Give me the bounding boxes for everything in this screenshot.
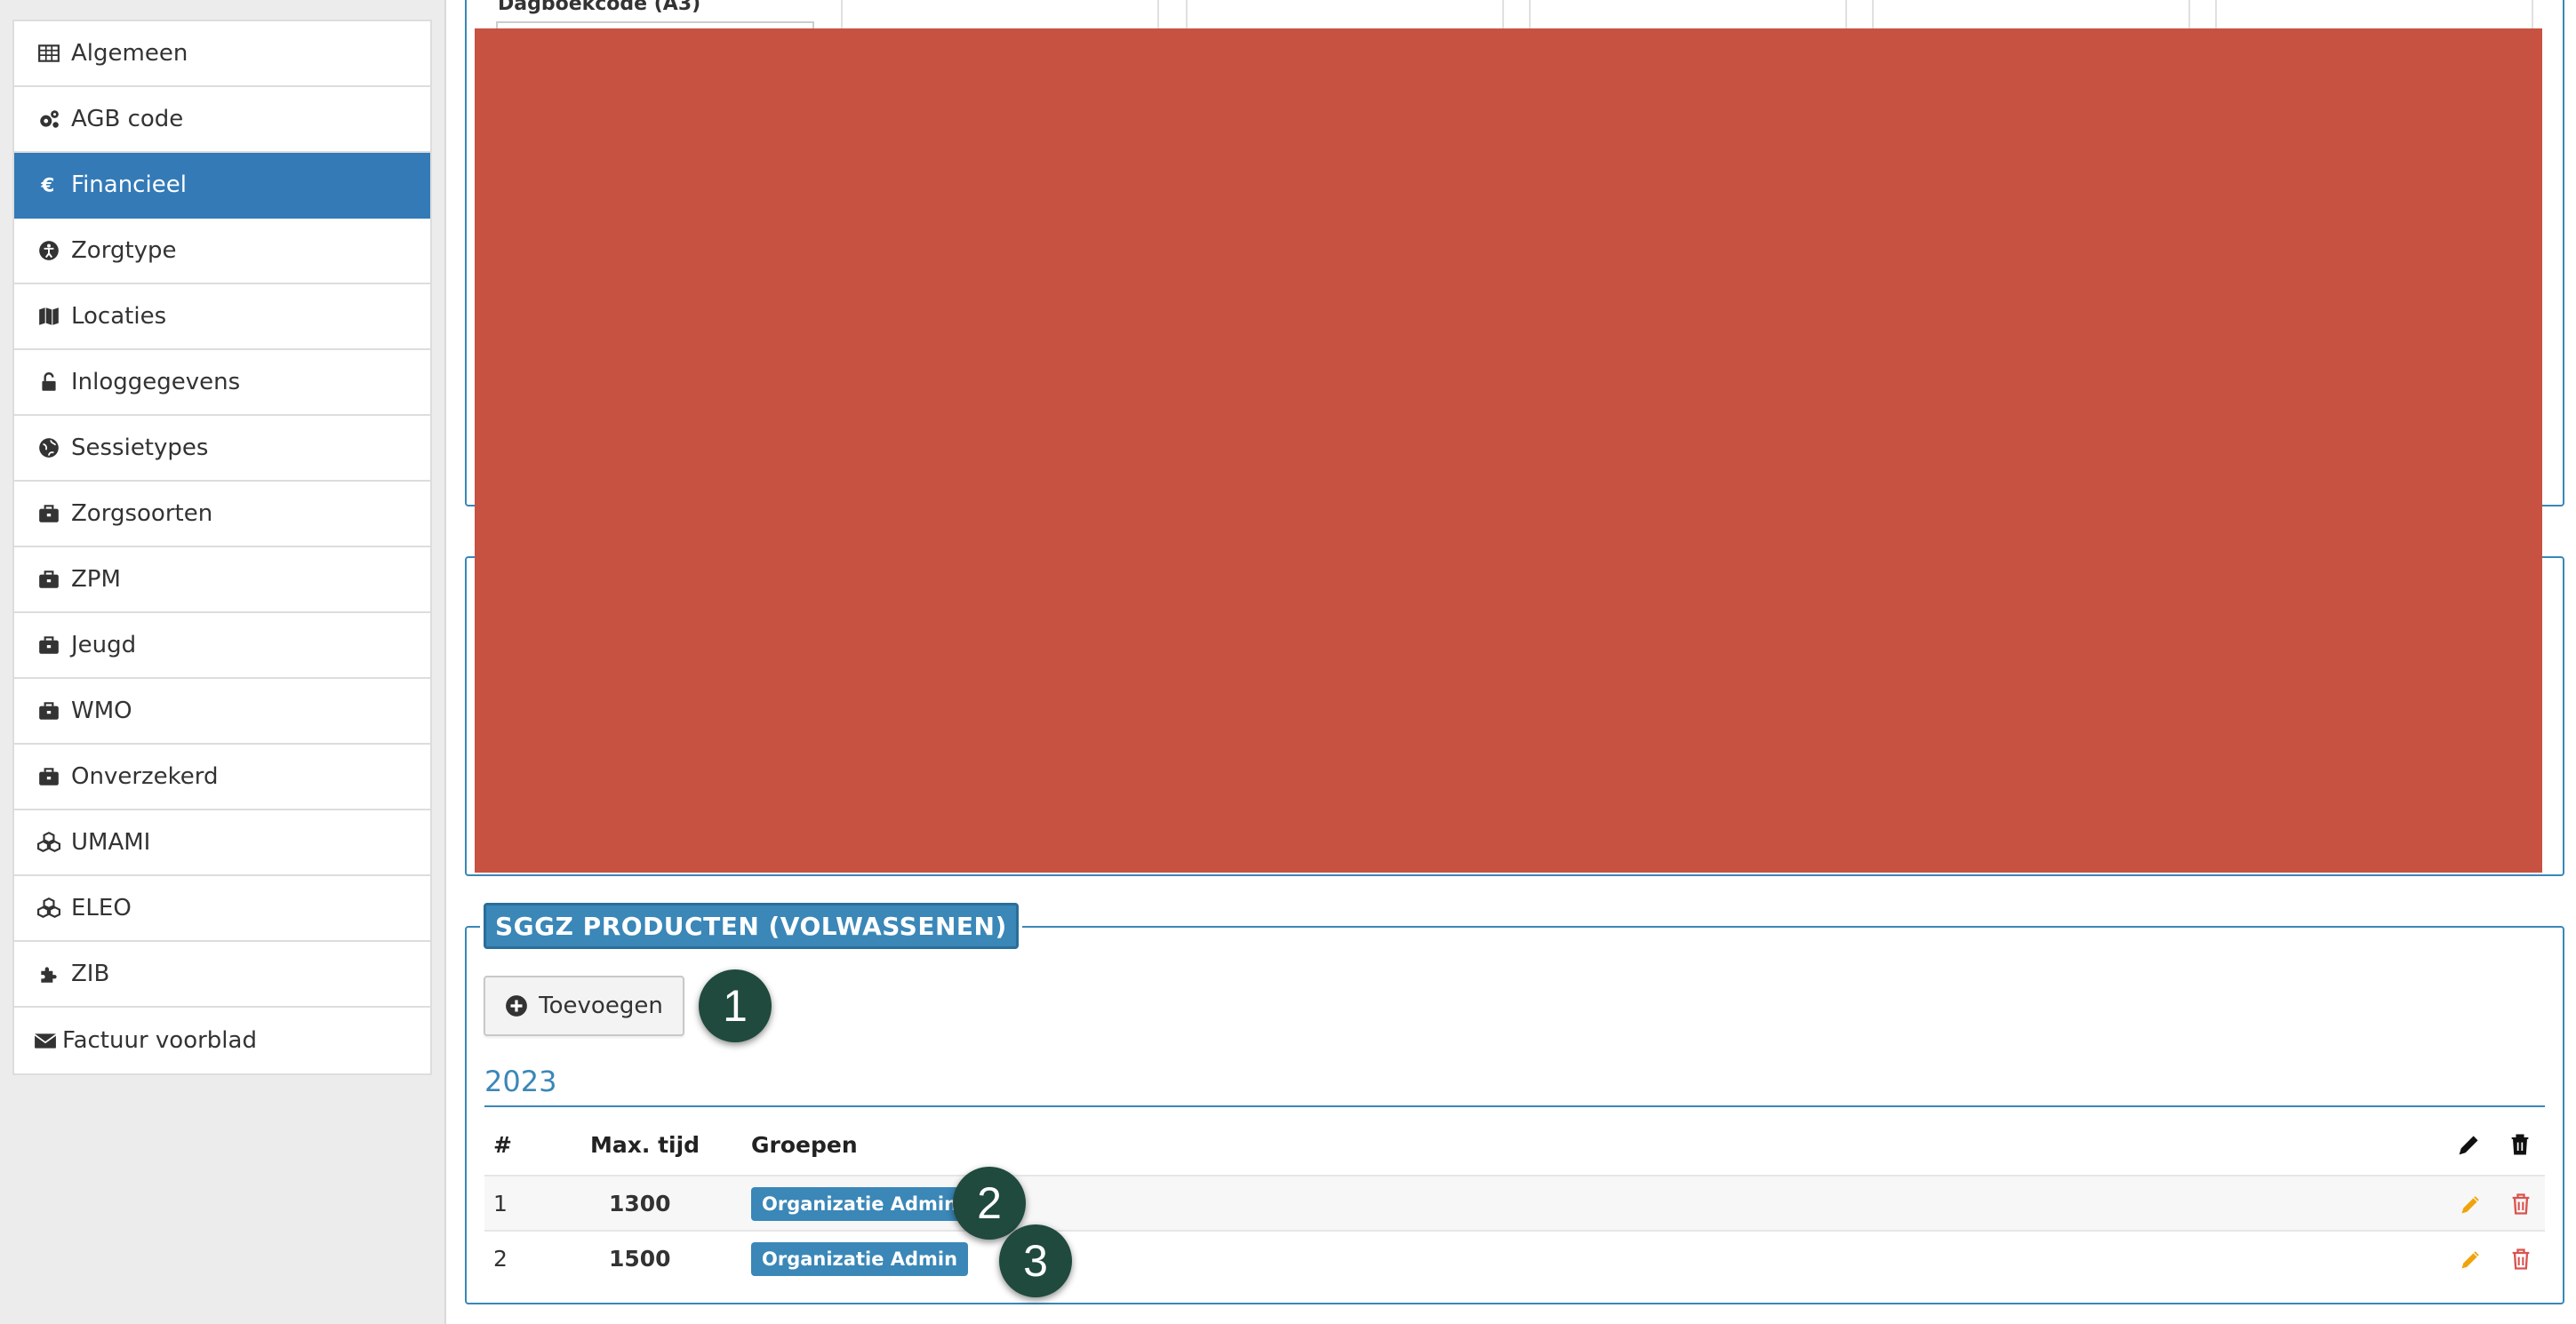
sidebar-item-factuur-voorblad[interactable]: Factuur voorblad bbox=[14, 1008, 430, 1073]
envelope-icon bbox=[32, 1027, 59, 1054]
table-column-divider bbox=[2188, 0, 2190, 30]
sidebar-item-label: ZPM bbox=[71, 566, 121, 593]
briefcase-icon bbox=[36, 632, 62, 658]
column-header-max-tijd: Max. tijd bbox=[590, 1132, 700, 1158]
table-column-divider bbox=[1845, 0, 1847, 30]
table-column-divider bbox=[1872, 0, 1874, 30]
sidebar-item-umami[interactable]: UMAMI bbox=[14, 810, 430, 876]
toevoegen-button[interactable]: Toevoegen bbox=[484, 976, 684, 1036]
sidebar-item-onverzekerd[interactable]: Onverzekerd bbox=[14, 745, 430, 810]
group-badge: Organizatie Admin bbox=[751, 1242, 969, 1276]
unlock-icon bbox=[36, 369, 62, 395]
sidebar-item-label: Sessietypes bbox=[71, 435, 209, 461]
sidebar-item-zorgsoorten[interactable]: Zorgsoorten bbox=[14, 482, 430, 547]
table-column-divider bbox=[2215, 0, 2217, 30]
table-column-divider bbox=[2532, 0, 2533, 30]
cubes-icon bbox=[36, 895, 62, 921]
accessibility-icon bbox=[36, 237, 62, 264]
column-header-groepen: Groepen bbox=[751, 1132, 858, 1158]
toevoegen-label: Toevoegen bbox=[539, 993, 663, 1019]
sidebar-item-algemeen[interactable]: Algemeen bbox=[14, 21, 430, 87]
row-max-tijd: 1500 bbox=[609, 1246, 671, 1272]
sidebar-item-zib[interactable]: ZIB bbox=[14, 942, 430, 1008]
sidebar-item-jeugd[interactable]: Jeugd bbox=[14, 613, 430, 679]
briefcase-icon bbox=[36, 500, 62, 527]
sidebar-item-label: UMAMI bbox=[71, 829, 151, 856]
sidebar-item-label: Algemeen bbox=[71, 40, 188, 67]
euro-icon: € bbox=[36, 171, 62, 198]
dagboekcode-label: Dagboekcode (A3) bbox=[498, 0, 701, 15]
annotation-marker-2: 2 bbox=[953, 1167, 1026, 1240]
sidebar-item-zpm[interactable]: ZPM bbox=[14, 547, 430, 613]
sidebar-item-wmo[interactable]: WMO bbox=[14, 679, 430, 745]
year-divider bbox=[484, 1105, 2545, 1107]
edit-icon[interactable] bbox=[2459, 1192, 2484, 1216]
table-column-divider bbox=[1186, 0, 1188, 30]
cogs-icon bbox=[36, 106, 62, 132]
sidebar-item-label: Financieel bbox=[71, 171, 187, 198]
sidebar-item-sessietypes[interactable]: Sessietypes bbox=[14, 416, 430, 482]
year-heading: 2023 bbox=[484, 1065, 557, 1098]
group-badge: Organizatie Admin bbox=[751, 1187, 969, 1221]
puzzle-icon bbox=[36, 961, 62, 987]
edit-header-icon bbox=[2457, 1132, 2482, 1157]
sidebar-item-label: Factuur voorblad bbox=[62, 1027, 257, 1054]
trash-header-icon bbox=[2508, 1132, 2532, 1157]
sidebar-item-label: WMO bbox=[71, 698, 132, 724]
annotation-marker-1: 1 bbox=[699, 969, 772, 1042]
delete-icon[interactable] bbox=[2508, 1192, 2533, 1216]
briefcase-icon bbox=[36, 698, 62, 724]
briefcase-icon bbox=[36, 763, 62, 790]
sggz-producten-legend: SGGZ PRODUCTEN (VOLWASSENEN) bbox=[484, 903, 1019, 949]
redacted-region bbox=[475, 28, 2542, 873]
sidebar-item-inloggegevens[interactable]: Inloggegevens bbox=[14, 350, 430, 416]
edit-icon[interactable] bbox=[2459, 1247, 2484, 1272]
table-column-divider bbox=[841, 0, 843, 30]
table-column-divider bbox=[1157, 0, 1159, 30]
globe-icon bbox=[36, 435, 62, 461]
delete-icon[interactable] bbox=[2508, 1247, 2533, 1272]
sidebar-item-label: Zorgtype bbox=[71, 237, 177, 264]
sidebar-item-financieel[interactable]: € Financieel bbox=[14, 153, 430, 219]
column-header-num: # bbox=[493, 1132, 512, 1158]
sidebar-item-label: Jeugd bbox=[71, 632, 137, 658]
sidebar-item-agb-code[interactable]: AGB code bbox=[14, 87, 430, 153]
sidebar-item-label: Inloggegevens bbox=[71, 369, 241, 395]
cubes-icon bbox=[36, 829, 62, 856]
plus-circle-icon bbox=[506, 995, 528, 1017]
sidebar-item-label: Zorgsoorten bbox=[71, 500, 213, 527]
sidebar-item-label: Locaties bbox=[71, 303, 167, 330]
annotation-marker-3: 3 bbox=[999, 1224, 1072, 1297]
map-icon bbox=[36, 303, 62, 330]
svg-text:€: € bbox=[40, 175, 54, 196]
sidebar-item-locaties[interactable]: Locaties bbox=[14, 284, 430, 350]
table-column-divider bbox=[1529, 0, 1531, 30]
table-column-divider bbox=[1502, 0, 1504, 30]
sidebar-item-label: ZIB bbox=[71, 961, 110, 987]
row-max-tijd: 1300 bbox=[609, 1191, 671, 1216]
sidebar-item-label: ELEO bbox=[71, 895, 132, 921]
settings-sidebar: Algemeen AGB code € Financieel Zorgtype … bbox=[12, 20, 432, 1075]
table-icon bbox=[36, 40, 62, 67]
row-number: 1 bbox=[493, 1191, 508, 1216]
sidebar-item-zorgtype[interactable]: Zorgtype bbox=[14, 219, 430, 284]
table-row: 1 1300 Organizatie Admin bbox=[484, 1175, 2545, 1230]
briefcase-icon bbox=[36, 566, 62, 593]
table-row: 2 1500 Organizatie Admin bbox=[484, 1230, 2545, 1285]
sidebar-item-eleo[interactable]: ELEO bbox=[14, 876, 430, 942]
sidebar-item-label: Onverzekerd bbox=[71, 763, 219, 790]
sidebar-item-label: AGB code bbox=[71, 106, 184, 132]
row-number: 2 bbox=[493, 1246, 508, 1272]
